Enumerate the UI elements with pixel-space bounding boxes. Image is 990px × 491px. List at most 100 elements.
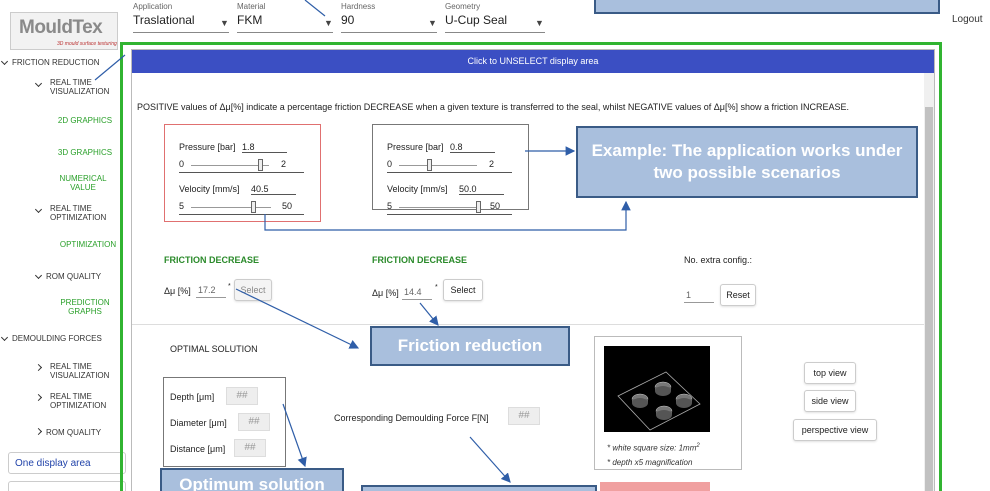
- hardness-label: Hardness: [341, 2, 376, 11]
- sidebar-item-label: REAL TIME OPTIMIZATION: [50, 204, 107, 222]
- sidebar-item-label: REAL TIME VISUALIZATION: [50, 362, 110, 380]
- velocity-value: 40.5: [251, 184, 296, 195]
- sidebar-item-3d-graphics[interactable]: 3D GRAPHICS: [52, 148, 118, 157]
- sidebar-item-rt-visualization[interactable]: REAL TIME VISUALIZATION: [34, 78, 116, 96]
- hardness-select[interactable]: Hardness 90: [341, 2, 375, 27]
- sidebar-item-label: REAL TIME OPTIMIZATION: [50, 392, 107, 410]
- velocity-slider-knob[interactable]: [251, 201, 257, 213]
- texture-preview-box: * white square size: 1mm2 * depth x5 mag…: [594, 336, 742, 470]
- perspective-view-button[interactable]: perspective view: [793, 419, 877, 441]
- geometry-caret-icon[interactable]: ▼: [535, 18, 544, 28]
- sidebar-item-label: REAL TIME VISUALIZATION: [50, 78, 110, 96]
- material-select[interactable]: Material FKM: [237, 2, 265, 27]
- pressure-max: 2: [489, 159, 495, 169]
- geometry-value: U-Cup Seal: [445, 13, 508, 27]
- scrollbar-thumb[interactable]: [925, 107, 933, 491]
- display-area[interactable]: Click to UNSELECT display area POSITIVE …: [120, 42, 942, 491]
- extra-config-input[interactable]: 1: [684, 288, 714, 303]
- chevron-down-icon: [0, 333, 9, 342]
- pressure-underline: [179, 172, 304, 173]
- application-label: Application: [133, 2, 173, 11]
- application-select[interactable]: Application Traslational: [133, 2, 195, 27]
- pressure-slider-knob[interactable]: [427, 159, 433, 171]
- select-button-1[interactable]: Select: [234, 279, 272, 301]
- sidebar-item-label: ROM QUALITY: [46, 428, 102, 437]
- distance-label: Distance [μm]: [170, 444, 226, 454]
- velocity-slider-track: [399, 207, 479, 208]
- velocity-underline: [179, 214, 304, 215]
- sidebar-item-rom-quality[interactable]: ROM QUALITY: [34, 271, 102, 281]
- logout-link[interactable]: Logout: [952, 14, 983, 25]
- depth-value: ##: [226, 387, 258, 405]
- callout-bottom: [361, 485, 597, 491]
- geometry-select[interactable]: Geometry U-Cup Seal: [445, 2, 507, 27]
- pressure-slider-track: [399, 165, 477, 166]
- scrollbar[interactable]: [924, 73, 934, 491]
- sidebar-item-optimization[interactable]: OPTIMIZATION: [52, 240, 124, 249]
- pressure-slider-knob[interactable]: [258, 159, 264, 171]
- top-view-button[interactable]: top view: [804, 362, 856, 384]
- hardness-caret-icon[interactable]: ▼: [428, 18, 437, 28]
- velocity-slider-knob[interactable]: [476, 201, 481, 213]
- hardness-underline: [341, 32, 437, 33]
- pressure-value: 0.8: [450, 142, 495, 153]
- sidebar-item-prediction-graphs[interactable]: PREDICTION GRAPHS: [52, 298, 118, 316]
- friction-decrease-title-2: FRICTION DECREASE: [372, 255, 468, 265]
- caption-1-text: * white square size: 1mm: [607, 443, 697, 453]
- material-caret-icon[interactable]: ▼: [324, 18, 333, 28]
- pressure-label: Pressure [bar]: [387, 142, 444, 152]
- sidebar: FRICTION REDUCTION REAL TIME VISUALIZATI…: [0, 52, 124, 491]
- chevron-down-icon: [34, 271, 43, 280]
- demoulding-force-label: Corresponding Demoulding Force F[N]: [334, 413, 489, 423]
- callout-optimum-solution: Optimum solution: [160, 468, 344, 491]
- sidebar-item-df-rt-visualization[interactable]: REAL TIME VISUALIZATION: [34, 362, 116, 380]
- velocity-max: 50: [490, 201, 501, 211]
- reset-button[interactable]: Reset: [720, 284, 756, 306]
- texture-3d-icon: [617, 371, 701, 431]
- application-value: Traslational: [133, 13, 195, 27]
- unselect-display-area-bar[interactable]: Click to UNSELECT display area: [132, 50, 934, 73]
- side-view-button[interactable]: side view: [804, 390, 856, 412]
- callout-top: [594, 0, 940, 14]
- sidebar-item-df-rt-optimization[interactable]: REAL TIME OPTIMIZATION: [34, 392, 116, 410]
- optimal-solution-title: OPTIMAL SOLUTION: [170, 344, 258, 354]
- image-caption-2: * depth x5 magnification: [607, 458, 693, 467]
- mu-value-2: 14.4: [402, 285, 432, 300]
- geometry-label: Geometry: [445, 2, 481, 11]
- demoulding-force-value: ##: [508, 407, 540, 425]
- sidebar-item-label: ROM QUALITY: [46, 272, 102, 281]
- sidebar-item-df-rom-quality[interactable]: ROM QUALITY: [34, 427, 102, 437]
- callout-friction-reduction: Friction reduction: [370, 326, 570, 366]
- sidebar-item-label: FRICTION REDUCTION: [12, 58, 100, 67]
- sidebar-item-demoulding-forces[interactable]: DEMOULDING FORCES: [0, 333, 102, 343]
- sidebar-item-label: DEMOULDING FORCES: [12, 334, 102, 343]
- sidebar-item-2d-graphics[interactable]: 2D GRAPHICS: [52, 116, 118, 125]
- pressure-label: Pressure [bar]: [179, 142, 236, 152]
- one-display-area-button[interactable]: One display area: [8, 452, 126, 474]
- velocity-slider-track: [191, 207, 271, 208]
- distance-value: ##: [234, 439, 266, 457]
- pressure-min: 0: [387, 159, 393, 169]
- optimal-solution-box: Depth [μm] ## Diameter [μm] ## Distance …: [163, 377, 286, 467]
- app-root: Application Traslational ▼ Material FKM …: [0, 0, 990, 491]
- hardness-value: 90: [341, 13, 355, 27]
- mu-asterisk-2: *: [435, 284, 438, 291]
- pressure-underline: [387, 172, 512, 173]
- info-text: POSITIVE values of Δμ[%] indicate a perc…: [137, 102, 850, 112]
- section-divider: [132, 324, 924, 325]
- velocity-underline: [387, 214, 512, 215]
- material-underline: [237, 32, 333, 33]
- sidebar-second-button[interactable]: [8, 481, 126, 491]
- application-caret-icon[interactable]: ▼: [220, 18, 229, 28]
- sidebar-item-numerical-value[interactable]: NUMERICAL VALUE: [52, 174, 114, 192]
- image-caption-1: * white square size: 1mm2: [607, 443, 700, 453]
- material-label: Material: [237, 2, 266, 11]
- scenario-2-box: Pressure [bar] 0.8 0 2 Velocity [mm/s] 5…: [372, 124, 529, 215]
- logo: MouldTex 3D mould surface texturing: [10, 12, 118, 50]
- pressure-max: 2: [281, 159, 287, 169]
- sidebar-item-friction-reduction[interactable]: FRICTION REDUCTION: [0, 57, 100, 67]
- diameter-label: Diameter [μm]: [170, 418, 227, 428]
- sidebar-item-rt-optimization[interactable]: REAL TIME OPTIMIZATION: [34, 204, 116, 222]
- select-button-2[interactable]: Select: [443, 279, 483, 301]
- velocity-min: 5: [179, 201, 185, 211]
